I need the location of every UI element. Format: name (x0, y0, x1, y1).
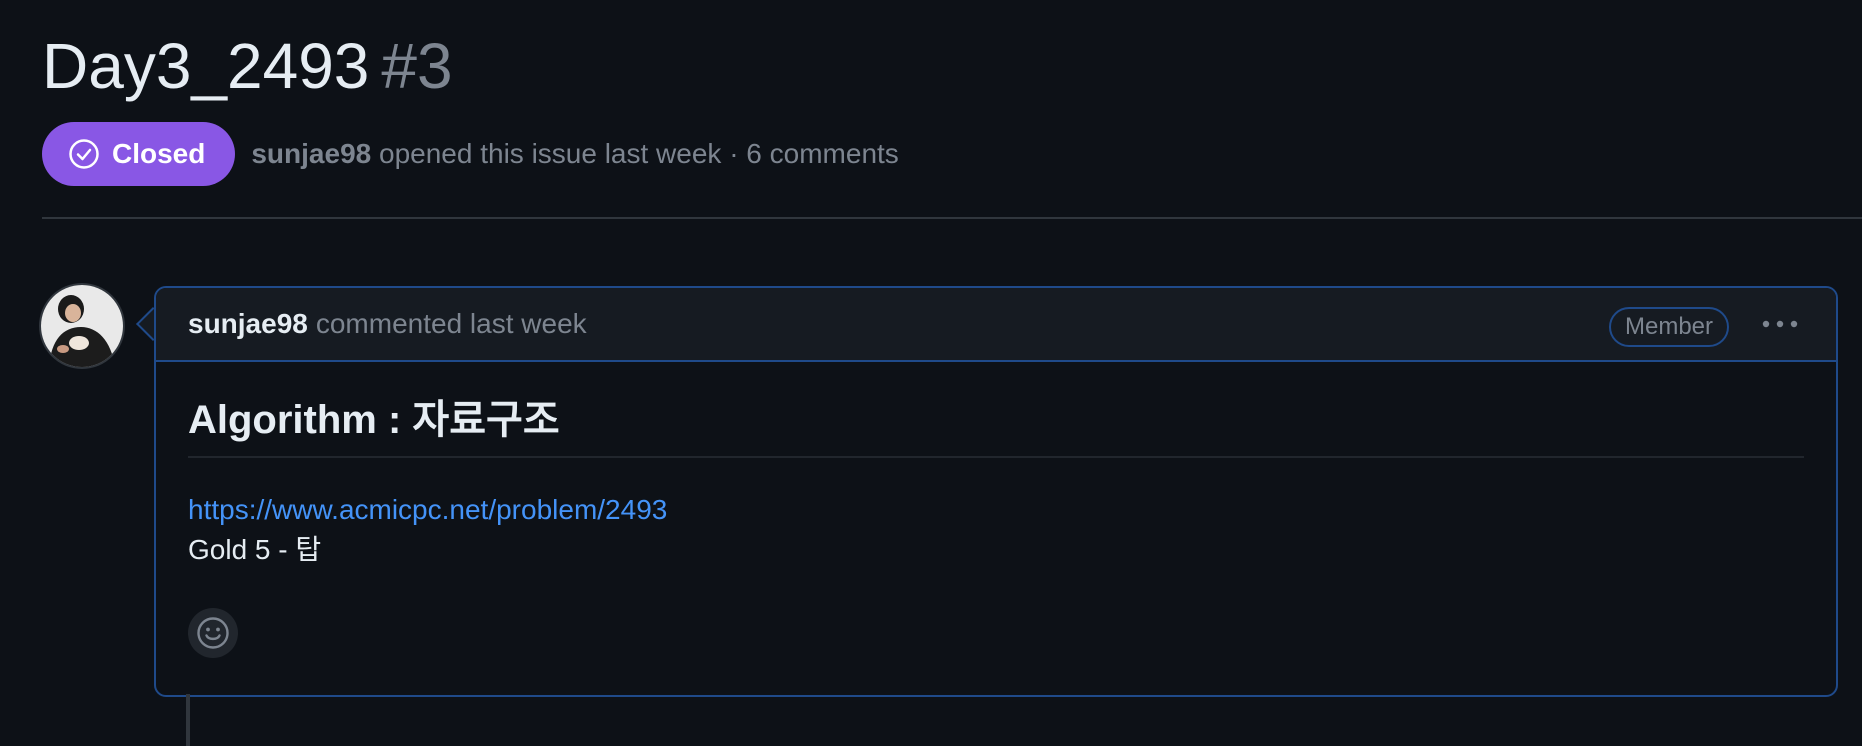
comment-body: Algorithm : 자료구조 https://www.acmicpc.net… (188, 360, 1804, 568)
issue-page: Day3_2493 #3 Closed sunjae98 opened this … (0, 0, 1862, 746)
comment-header: sunjae98 commented last week Member (156, 288, 1836, 362)
comment-heading: Algorithm : 자료구조 (188, 398, 560, 442)
header-divider (42, 217, 1862, 219)
issue-author-link[interactable]: sunjae98 (251, 138, 371, 169)
issue-title-text: Day3_2493 (42, 30, 370, 102)
add-reaction-button[interactable] (188, 608, 238, 658)
smiley-icon (196, 616, 230, 650)
issue-state-row: Closed sunjae98 opened this issue last w… (42, 122, 899, 186)
issue-number: #3 (381, 30, 453, 102)
state-badge-closed: Closed (42, 122, 236, 186)
timeline-line (186, 694, 190, 746)
issue-meta: sunjae98 opened this issue last week · 6… (251, 138, 898, 170)
member-role-badge: Member (1609, 307, 1730, 347)
problem-link[interactable]: https://www.acmicpc.net/problem/2493 (188, 492, 1804, 528)
issue-meta-text: opened this issue last week · 6 comments (379, 138, 899, 169)
avatar[interactable] (41, 285, 123, 367)
more-options-icon[interactable] (1756, 308, 1804, 340)
comment-meta: sunjae98 commented last week (188, 288, 587, 360)
comment-box: sunjae98 commented last week Member Algo… (154, 286, 1838, 697)
heading-rule (188, 456, 1804, 458)
issue-title: Day3_2493 #3 (42, 28, 453, 104)
problem-level-text: Gold 5 - 탑 (188, 534, 322, 565)
comment-author-link[interactable]: sunjae98 (188, 308, 308, 340)
comment-timestamp[interactable]: commented last week (316, 308, 587, 340)
check-circle-icon (68, 138, 100, 170)
state-label: Closed (112, 138, 206, 169)
